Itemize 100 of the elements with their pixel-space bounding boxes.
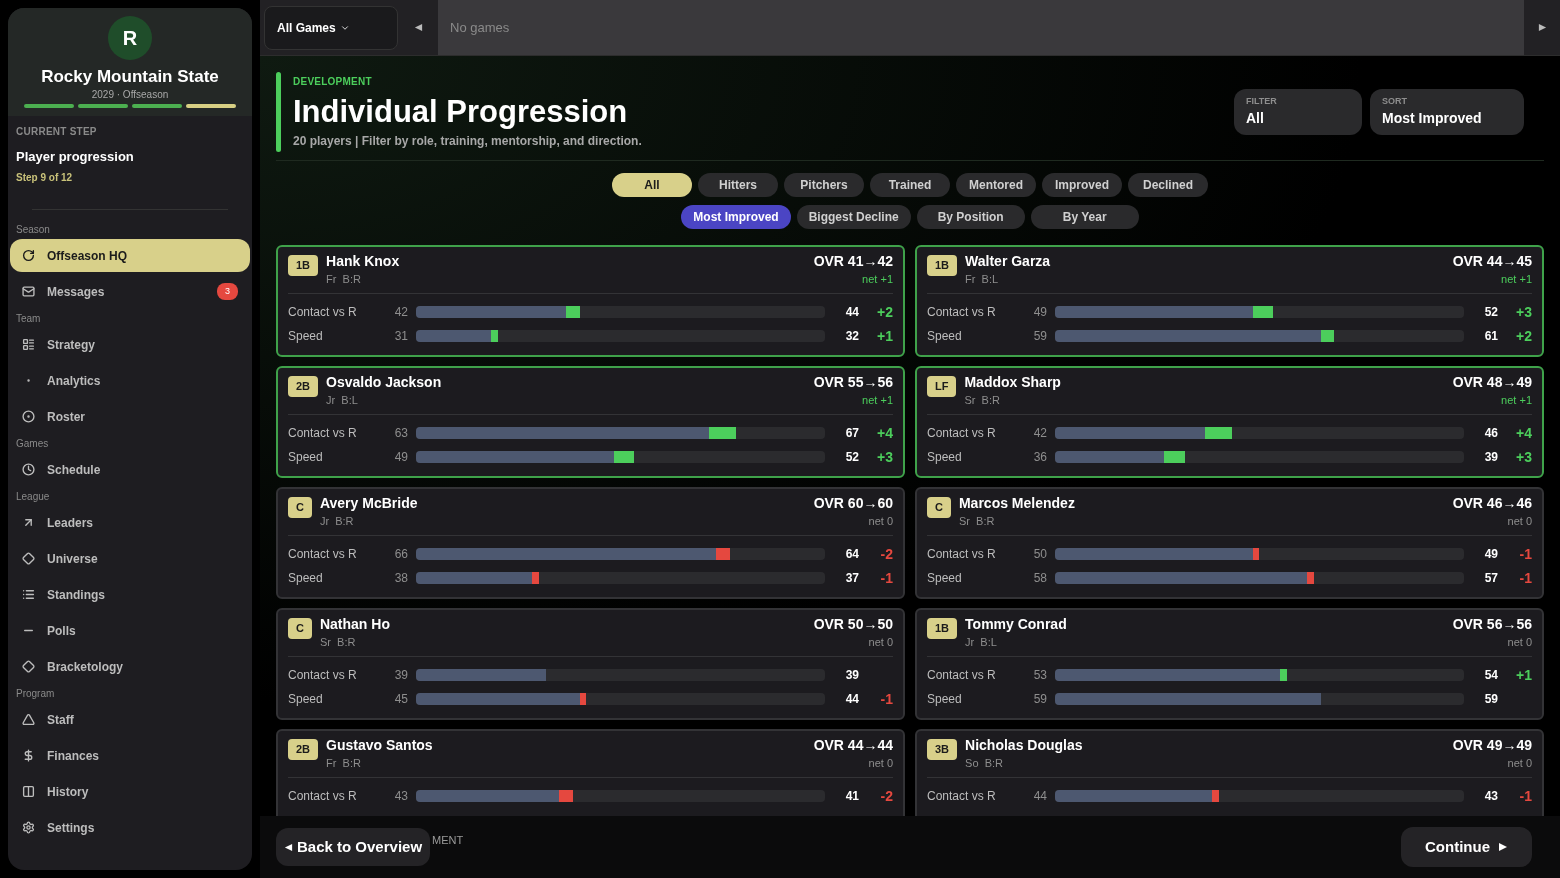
filter-chip[interactable]: Pitchers [784, 173, 864, 197]
player-meta: Fr B:R [326, 755, 362, 771]
board-icon [22, 338, 35, 351]
nav-item[interactable]: Standings [10, 578, 250, 611]
nav-item[interactable]: Leaders [10, 506, 250, 539]
filter-chip[interactable]: Mentored [956, 173, 1036, 197]
filter-chip[interactable]: Trained [870, 173, 950, 197]
loss-segment [1307, 572, 1314, 584]
nav-item[interactable]: Universe [10, 542, 250, 575]
player-card[interactable]: C Marcos Melendez Sr B:R OVR 46→46 net 0 Contact vs R 50 49 -1 Speed 58 57 -1 [915, 487, 1544, 599]
player-name: Nicholas Douglas [965, 737, 1084, 755]
stat-change: +3 [1516, 302, 1532, 322]
nav-label: Leaders [47, 514, 95, 532]
nav-item[interactable]: Settings [10, 811, 250, 844]
nav-item[interactable]: Offseason HQ [10, 239, 250, 272]
loss-segment [531, 572, 539, 584]
overall-rating: OVR 55→56 [813, 374, 893, 392]
stat-change: +2 [877, 302, 893, 322]
select-value: Most Improved [1382, 109, 1483, 129]
nav-label: Strategy [47, 336, 97, 354]
nav-item[interactable]: Schedule [10, 453, 250, 486]
player-card[interactable]: 1B Tommy Conrad Jr B:L OVR 56→56 net 0 Contact vs R 53 54 +1 Speed 59 59 [915, 608, 1544, 720]
player-meta: Jr B:L [965, 634, 998, 650]
select-field[interactable]: FILTER All [1234, 89, 1362, 135]
circle-icon [22, 410, 35, 423]
net-change: net +1 [862, 271, 893, 287]
filter-chip[interactable]: Improved [1042, 173, 1122, 197]
current-step-title: Player progression [16, 147, 135, 166]
player-card[interactable]: 2B Gustavo Santos Fr B:R OVR 44→44 net 0 Contact vs R 43 41 -2 [276, 729, 905, 816]
nav-item[interactable]: Staff [10, 703, 250, 736]
nav-item[interactable]: Polls [10, 614, 250, 647]
dollar-icon [22, 749, 35, 762]
left-triangle-icon [284, 842, 293, 852]
sort-chip[interactable]: Most Improved [681, 205, 791, 229]
player-name: Osvaldo Jackson [326, 374, 443, 392]
old-value: 45 [393, 691, 408, 708]
position-badge: 2B [288, 376, 319, 397]
player-card[interactable]: C Nathan Ho Sr B:R OVR 50→50 net 0 Contact vs R 39 39 Speed 45 44 -1 [276, 608, 905, 720]
right-triangle-icon [1537, 23, 1547, 32]
select-field[interactable]: SORT Most Improved [1370, 89, 1524, 135]
section-label: Season [15, 223, 51, 237]
sort-chip[interactable]: Biggest Decline [796, 205, 911, 229]
nav-item[interactable]: Messages 3 [10, 275, 250, 308]
new-value: 39 [844, 667, 859, 684]
nav-item[interactable]: Finances [10, 739, 250, 772]
player-card[interactable]: 1B Walter Garza Fr B:L OVR 44→45 net +1 Contact vs R 49 52 +3 Speed 59 61 +2 [915, 245, 1544, 357]
position-badge: C [927, 497, 951, 518]
nav-item[interactable]: Roster [10, 400, 250, 433]
page-subtitle: 20 players | Filter by role, training, mentorship, and direction. [293, 132, 643, 150]
position-badge: 1B [288, 255, 319, 276]
stat-label: Contact vs R [927, 788, 997, 805]
sort-chip[interactable]: By Year [1030, 205, 1139, 229]
stat-label: Speed [927, 328, 963, 345]
nav-item[interactable]: Strategy [10, 328, 250, 361]
stat-change: -2 [880, 786, 893, 806]
player-card[interactable]: 1B Hank Knox Fr B:R OVR 41→42 net +1 Contact vs R 42 44 +2 Speed 31 32 +1 [276, 245, 905, 357]
nav-item[interactable]: Bracketology [10, 650, 250, 683]
new-value: 41 [844, 788, 859, 805]
player-card[interactable]: C Avery McBride Jr B:R OVR 60→60 net 0 Contact vs R 66 64 -2 Speed 38 37 -1 [276, 487, 905, 599]
step-counter: Step 9 of 12 [16, 171, 74, 185]
games-status: No games [450, 18, 510, 37]
filter-chip[interactable]: Declined [1128, 173, 1208, 197]
back-button[interactable]: Back to Overview [276, 828, 431, 866]
old-value: 36 [1032, 449, 1047, 466]
stat-change: +2 [1516, 326, 1532, 346]
new-value: 64 [844, 546, 859, 563]
player-name: Tommy Conrad [965, 616, 1068, 634]
net-change: net 0 [868, 513, 893, 529]
nav-label: Messages [47, 283, 106, 301]
nav-item[interactable]: History [10, 775, 250, 808]
filter-chip[interactable]: All [612, 173, 692, 197]
position-badge: C [288, 618, 312, 639]
continue-button[interactable]: Continue [1401, 827, 1532, 867]
diamond-icon [22, 660, 35, 673]
season-label: 2029 · Offseason [91, 89, 169, 100]
player-card[interactable]: 3B Nicholas Douglas So B:R OVR 49→49 net 0 Contact vs R 44 43 -1 [915, 729, 1544, 816]
player-card[interactable]: LF Maddox Sharp Sr B:R OVR 48→49 net +1 Contact vs R 42 46 +4 Speed 36 39 +3 [915, 366, 1544, 478]
games-dropdown[interactable]: All Games [264, 5, 398, 50]
team-logo: R [108, 16, 152, 60]
position-badge: 1B [927, 618, 958, 639]
old-value: 59 [1032, 328, 1047, 345]
position-badge: 1B [927, 255, 958, 276]
new-value: 37 [844, 570, 859, 587]
sort-chip[interactable]: By Position [916, 205, 1025, 229]
filter-chip[interactable]: Hitters [698, 173, 778, 197]
stat-label: Contact vs R [288, 304, 358, 321]
stat-change: +4 [877, 423, 893, 443]
player-meta: Fr B:L [965, 271, 1000, 287]
overall-rating: OVR 46→46 [1452, 495, 1532, 513]
stat-label: Contact vs R [927, 425, 997, 442]
new-value: 61 [1483, 328, 1498, 345]
nav-item[interactable]: Analytics [10, 364, 250, 397]
nav-label: Polls [47, 622, 77, 640]
diamond-icon [22, 552, 35, 565]
player-card[interactable]: 2B Osvaldo Jackson Jr B:L OVR 55→56 net +1 Contact vs R 63 67 +4 Speed 49 52 +3 [276, 366, 905, 478]
stat-label: Contact vs R [288, 546, 358, 563]
triangle-icon [22, 713, 35, 726]
stat-label: Speed [288, 449, 324, 466]
overall-rating: OVR 56→56 [1452, 616, 1532, 634]
new-value: 44 [844, 691, 859, 708]
